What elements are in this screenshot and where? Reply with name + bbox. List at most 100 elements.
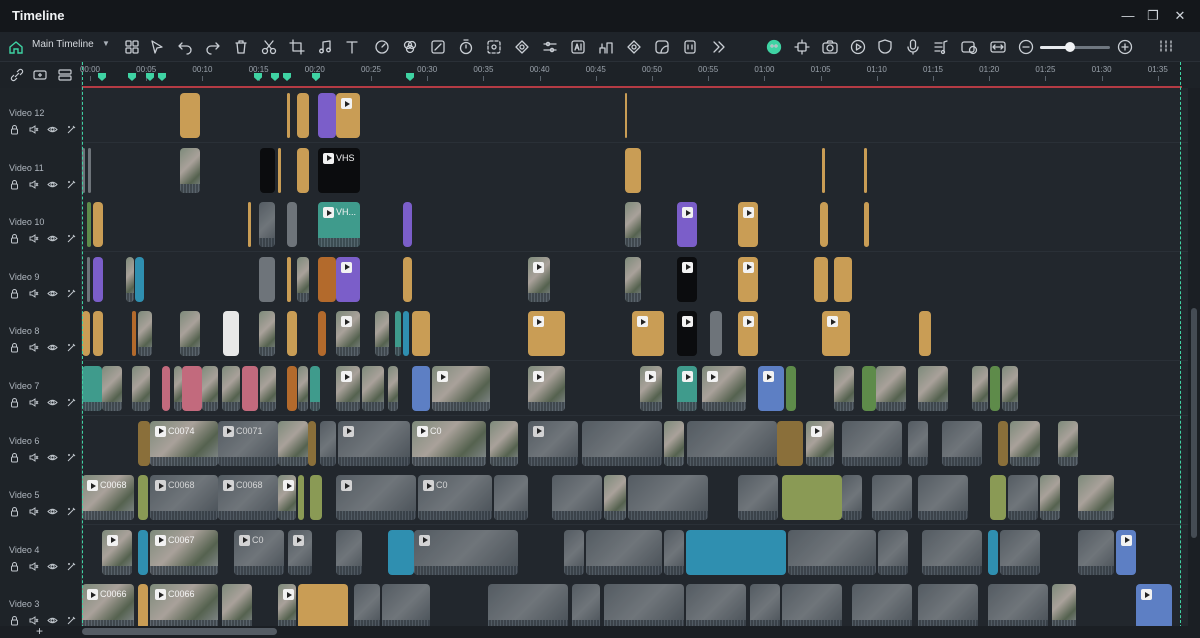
timeline-marker[interactable] [158,73,166,81]
speed-icon[interactable] [373,38,391,56]
timeline-clip[interactable] [87,202,91,248]
track-manager-icon[interactable] [57,67,73,83]
lock-icon[interactable] [9,288,20,299]
split-icon[interactable] [597,38,615,56]
timeline-clip[interactable] [1052,584,1076,626]
timeline-clip[interactable] [138,420,150,466]
timeline-clip[interactable] [777,420,803,466]
timeline-clip[interactable] [998,420,1008,466]
timeline-clip[interactable] [88,147,91,193]
eye-icon[interactable] [47,342,58,353]
mute-icon[interactable] [28,233,39,244]
mute-icon[interactable] [28,452,39,463]
timeline-clip[interactable] [388,366,398,411]
timeline-clip[interactable] [93,202,103,248]
timeline-clip[interactable] [180,93,200,138]
timeline-clip[interactable] [403,256,412,302]
timeline-clip[interactable] [625,256,641,302]
timeline-clip[interactable] [362,366,384,411]
timeline-clip[interactable] [738,311,758,357]
timeline-clip[interactable] [864,202,869,248]
timeline-clip[interactable] [297,147,309,193]
timeline-clip[interactable] [908,420,928,466]
timeline-clip[interactable] [488,584,568,626]
timeline-clip[interactable] [782,584,842,626]
timeline-clip[interactable] [686,584,746,626]
timeline-clip[interactable]: VH... [318,202,360,248]
timeline-clip[interactable] [278,420,308,466]
timeline-clip[interactable] [806,420,834,466]
timeline-clip[interactable] [814,256,828,302]
ai-icon[interactable] [569,38,587,56]
add-track-icon[interactable] [32,67,48,83]
timeline-clip[interactable] [738,202,758,248]
timeline-clip[interactable] [297,256,309,302]
horizontal-scrollbar[interactable] [82,628,277,635]
timeline-clip[interactable] [702,366,746,411]
timeline-clip[interactable] [942,420,982,466]
timeline-clip[interactable] [1116,529,1136,575]
timeline-clip[interactable] [710,311,722,357]
lock-icon[interactable] [9,506,20,517]
timeline-marker[interactable] [128,73,136,81]
mute-icon[interactable] [28,506,39,517]
mic-icon[interactable] [904,38,922,56]
timeline-clip[interactable] [287,311,297,357]
timeline-clip[interactable] [288,529,312,575]
keyframe-icon[interactable] [625,38,643,56]
timeline-clip[interactable] [1078,475,1114,521]
timeline-clip[interactable] [354,584,380,626]
timeline-clip[interactable] [259,311,275,357]
timeline-clip[interactable] [287,202,297,248]
timeline-clip[interactable] [862,366,876,411]
timeline-marker[interactable] [312,73,320,81]
timeline-clip[interactable] [93,256,103,302]
timeline-clip[interactable] [414,529,518,575]
timeline-clip[interactable] [318,311,326,357]
timeline-clip[interactable]: C0067 [150,529,218,575]
timeline-clip[interactable] [102,529,132,575]
timeline-clip[interactable] [287,256,291,302]
timeline-clip[interactable] [278,147,281,193]
magic-icon[interactable] [66,452,77,463]
audio-icon[interactable] [316,38,334,56]
timeline-clip[interactable] [604,475,626,521]
timeline-clip[interactable] [259,202,275,248]
timeline-clip[interactable] [223,311,239,357]
timeline-clip[interactable] [528,311,565,357]
magic-icon[interactable] [66,233,77,244]
timeline-clip[interactable] [990,475,1006,521]
lock-icon[interactable] [9,615,20,626]
timeline-clip[interactable] [822,311,850,357]
timeline-clip[interactable] [490,420,518,466]
timeline-clip[interactable] [336,256,360,302]
sticker-icon[interactable] [653,38,671,56]
timeline-clip[interactable]: C0 [418,475,492,521]
timeline-clip[interactable] [1008,475,1038,521]
timeline-clip[interactable] [132,366,150,411]
timeline-clip[interactable] [138,475,148,521]
timeline-clip[interactable] [278,584,296,626]
eye-icon[interactable] [47,561,58,572]
timeline-clip[interactable] [248,202,251,248]
lock-icon[interactable] [9,397,20,408]
magic-icon[interactable] [66,561,77,572]
timeline-clip[interactable] [336,366,360,411]
timeline-clip[interactable] [918,584,978,626]
timeline-clip[interactable]: VHS [318,147,360,193]
timeline-clip[interactable] [628,475,708,521]
timeline-clip[interactable] [87,256,90,302]
timeline-clip[interactable] [222,366,240,411]
delete-icon[interactable] [232,38,250,56]
timeline-clip[interactable] [278,475,296,521]
zoom-in-icon[interactable] [1116,38,1134,56]
timeline-clip[interactable] [388,529,414,575]
timeline-marker[interactable] [98,73,106,81]
timeline-clip[interactable] [310,366,320,411]
timeline-clip[interactable] [82,366,102,411]
zoom-out-icon[interactable] [1017,38,1035,56]
eye-icon[interactable] [47,233,58,244]
timeline-clip[interactable] [1136,584,1172,626]
timeline-clip[interactable] [687,420,777,466]
mute-icon[interactable] [28,561,39,572]
